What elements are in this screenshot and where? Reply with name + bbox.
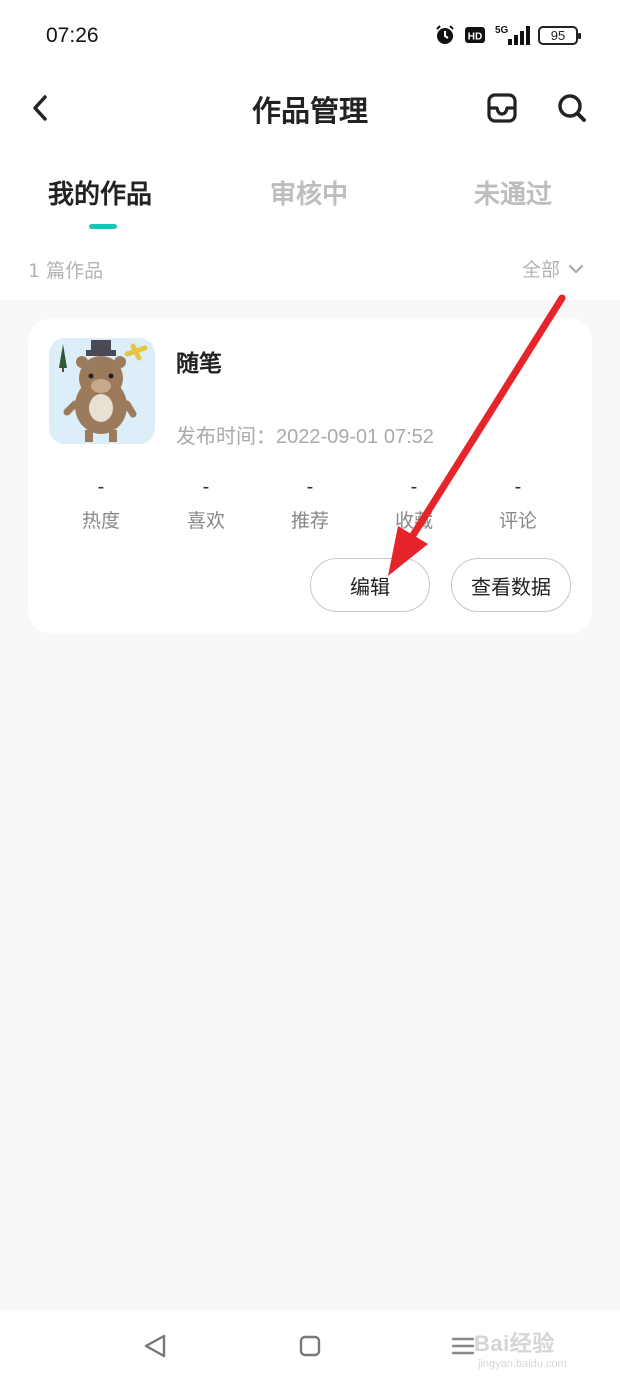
publish-time-value: 2022-09-01 07:52 <box>276 426 434 448</box>
works-count: 1 篇作品 <box>28 260 104 282</box>
stat-value: - <box>202 476 210 498</box>
stat-label: 收藏 <box>394 510 433 532</box>
work-card[interactable]: 随笔 发布时间：2022-09-01 07:52 - 热度 - 喜欢 - 推荐 … <box>28 318 592 634</box>
tab-under-review[interactable]: 审核中 <box>270 174 348 211</box>
chevron-down-icon <box>568 264 584 273</box>
status-time: 07:26 <box>46 24 99 47</box>
search-icon <box>558 94 586 122</box>
battery-icon: 95 <box>538 25 581 45</box>
stat-heat: - 热度 <box>61 476 141 533</box>
tab-indicator <box>89 224 117 229</box>
stat-recommend: - 推荐 <box>270 476 350 533</box>
inbox-button[interactable] <box>482 88 522 128</box>
stat-value: - <box>410 476 418 498</box>
signal-icon: 5G <box>494 24 530 46</box>
nav-menu-icon <box>451 1337 475 1355</box>
svg-text:5G: 5G <box>495 25 509 36</box>
status-icons: HD 5G 95 <box>434 24 581 46</box>
stat-label: 热度 <box>81 510 120 532</box>
filter-bar: 1 篇作品 全部 <box>0 242 620 300</box>
work-cover-image[interactable] <box>49 338 155 444</box>
watermark-logo: Bai经验 <box>474 1331 555 1356</box>
view-data-button[interactable]: 查看数据 <box>451 558 571 612</box>
tab-my-works[interactable]: 我的作品 <box>48 174 152 211</box>
app-header: 作品管理 <box>0 70 620 150</box>
nav-back-icon <box>144 1334 166 1358</box>
stat-label: 评论 <box>498 510 537 532</box>
svg-text:HD: HD <box>468 32 482 43</box>
filter-dropdown[interactable]: 全部 <box>522 255 584 282</box>
tab-rejected[interactable]: 未通过 <box>474 174 552 211</box>
stat-value: - <box>97 476 105 498</box>
stat-label: 推荐 <box>290 510 329 532</box>
system-nav-bar: Bai经验 jingyan.baidu.com <box>0 1310 620 1386</box>
nav-home-icon <box>299 1335 321 1357</box>
stat-comments: - 评论 <box>478 476 558 533</box>
tab-bar: 我的作品 审核中 未通过 <box>0 150 620 242</box>
stat-value: - <box>306 476 314 498</box>
filter-selected-label: 全部 <box>521 259 560 281</box>
watermark-url: jingyan.baidu.com <box>478 1358 567 1370</box>
nav-back-button[interactable] <box>142 1332 168 1364</box>
inbox-icon <box>487 93 517 123</box>
stat-favorites: - 收藏 <box>374 476 454 533</box>
stat-value: - <box>514 476 522 498</box>
publish-time-label: 发布时间： <box>176 426 276 448</box>
stat-label: 喜欢 <box>186 510 225 532</box>
hd-icon: HD <box>464 25 486 45</box>
page-title: 作品管理 <box>251 94 368 128</box>
work-title[interactable]: 随笔 <box>176 344 222 378</box>
edit-button[interactable]: 编辑 <box>310 558 430 612</box>
stat-likes: - 喜欢 <box>166 476 246 533</box>
status-bar: 07:26 HD 5G 95 <box>0 0 620 70</box>
nav-home-button[interactable] <box>298 1334 322 1362</box>
publish-time: 发布时间：2022-09-01 07:52 <box>176 420 434 449</box>
search-button[interactable] <box>552 88 592 128</box>
nav-recents-button[interactable] <box>450 1334 476 1362</box>
alarm-icon <box>434 24 456 46</box>
